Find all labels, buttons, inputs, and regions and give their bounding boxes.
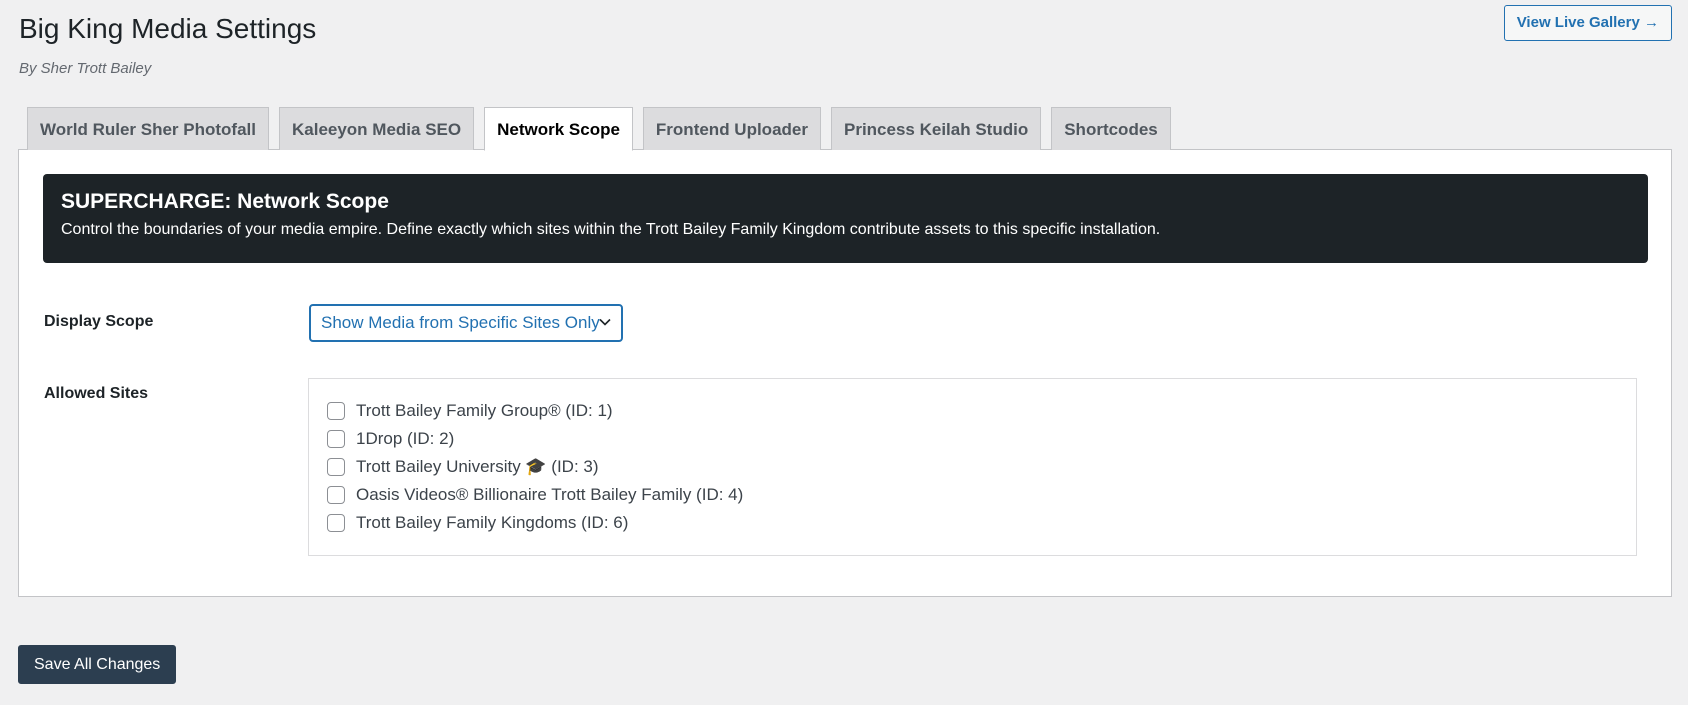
allowed-sites-list: Trott Bailey Family Group® (ID: 1) 1Drop… <box>308 378 1637 556</box>
display-scope-label: Display Scope <box>44 313 154 330</box>
tab-network-scope[interactable]: Network Scope <box>484 107 633 151</box>
site-option[interactable]: Trott Bailey Family Group® (ID: 1) <box>327 397 1618 425</box>
site-option[interactable]: Trott Bailey University 🎓 (ID: 3) <box>327 453 1618 481</box>
banner-description: Control the boundaries of your media emp… <box>61 221 1161 238</box>
tab-princess-keilah-studio[interactable]: Princess Keilah Studio <box>830 107 1042 150</box>
supercharge-banner: SUPERCHARGE: Network Scope Control the b… <box>43 174 1648 263</box>
site-checkbox[interactable] <box>327 514 345 532</box>
site-checkbox[interactable] <box>327 486 345 504</box>
page-title: Big King Media Settings <box>19 13 317 44</box>
site-checkbox[interactable] <box>327 430 345 448</box>
site-label: Trott Bailey Family Kingdoms (ID: 6) <box>356 513 629 532</box>
site-label: Oasis Videos® Billionaire Trott Bailey F… <box>356 485 744 504</box>
tab-kaleeyon-media-seo[interactable]: Kaleeyon Media SEO <box>278 107 475 150</box>
author-byline: By Sher Trott Bailey <box>19 60 152 77</box>
banner-title: SUPERCHARGE: Network Scope <box>61 190 389 213</box>
display-scope-select[interactable]: Show Media from Specific Sites Only <box>309 304 623 342</box>
site-label: Trott Bailey Family Group® (ID: 1) <box>356 401 613 420</box>
site-option[interactable]: Trott Bailey Family Kingdoms (ID: 6) <box>327 509 1618 537</box>
save-all-changes-button[interactable]: Save All Changes <box>18 645 177 684</box>
site-label: Trott Bailey University 🎓 (ID: 3) <box>356 457 599 476</box>
display-scope-selected-value: Show Media from Specific Sites Only <box>321 313 600 332</box>
site-checkbox[interactable] <box>327 402 345 420</box>
allowed-sites-label: Allowed Sites <box>44 385 149 402</box>
site-label: 1Drop (ID: 2) <box>356 429 455 448</box>
site-option[interactable]: Oasis Videos® Billionaire Trott Bailey F… <box>327 481 1618 509</box>
tab-frontend-uploader[interactable]: Frontend Uploader <box>642 107 821 150</box>
site-option[interactable]: 1Drop (ID: 2) <box>327 425 1618 453</box>
chevron-down-icon <box>599 318 611 326</box>
settings-tabs: World Ruler Sher Photofall Kaleeyon Medi… <box>27 107 1171 151</box>
tab-world-ruler-sher-photofall[interactable]: World Ruler Sher Photofall <box>27 107 269 150</box>
view-live-gallery-button[interactable]: View Live Gallery → <box>1503 5 1672 41</box>
settings-panel: SUPERCHARGE: Network Scope Control the b… <box>18 149 1672 597</box>
site-checkbox[interactable] <box>327 458 345 476</box>
tab-shortcodes[interactable]: Shortcodes <box>1051 107 1171 150</box>
